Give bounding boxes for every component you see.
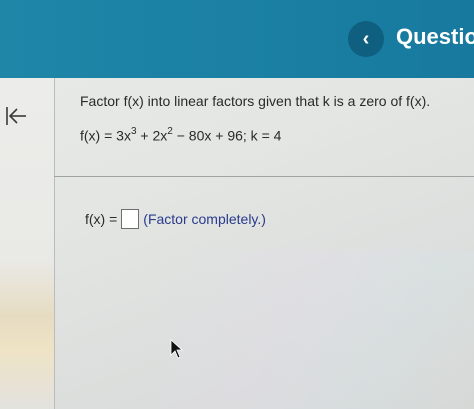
collapse-left-icon[interactable] bbox=[4, 104, 28, 128]
answer-input[interactable] bbox=[121, 209, 140, 229]
mouse-cursor-icon bbox=[170, 339, 184, 359]
equation-exponent-3: 3 bbox=[130, 126, 137, 137]
equation-term-2: + 2x bbox=[136, 127, 168, 144]
equation: f(x) = 3x3 + 2x2 − 80x + 96; k = 4 bbox=[80, 126, 282, 144]
equation-lhs: f(x) = 3x bbox=[80, 127, 131, 144]
answer-label: f(x) = bbox=[85, 211, 118, 227]
screen: ‹ Question Factor f(x) into linear facto… bbox=[0, 0, 474, 409]
answer-hint: (Factor completely.) bbox=[143, 211, 266, 227]
equation-exponent-2: 2 bbox=[167, 126, 173, 137]
question-title: Question bbox=[396, 24, 474, 49]
question-prompt: Factor f(x) into linear factors given th… bbox=[80, 93, 431, 109]
equation-rest: − 80x + 96; k = 4 bbox=[172, 127, 282, 144]
section-divider bbox=[54, 176, 474, 177]
answer-row: f(x) = (Factor completely.) bbox=[85, 209, 266, 229]
back-button[interactable]: ‹ bbox=[348, 21, 384, 57]
chevron-left-icon: ‹ bbox=[362, 27, 370, 50]
top-bar: ‹ Question bbox=[0, 0, 474, 78]
screen-glare bbox=[160, 250, 474, 409]
sidebar-divider bbox=[54, 78, 55, 409]
